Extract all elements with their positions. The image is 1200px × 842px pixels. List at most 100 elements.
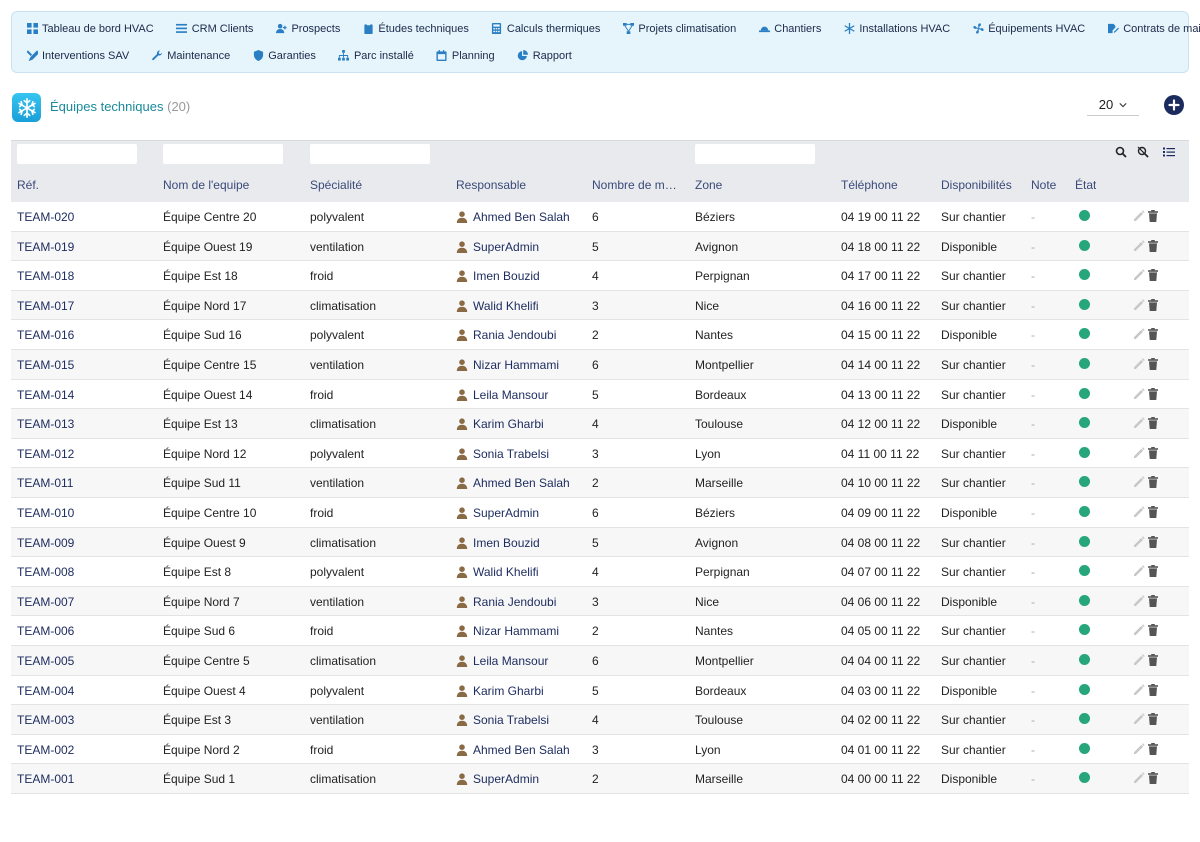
cell-ref[interactable]: TEAM-020	[17, 210, 74, 224]
table-row[interactable]: TEAM-010 Équipe Centre 10 froid SuperAdmin 6…	[11, 497, 1189, 528]
table-row[interactable]: TEAM-003 Équipe Est 3 ventilation Sonia Tra…	[11, 705, 1189, 735]
cell-resp[interactable]: Sonia Trabelsi	[456, 713, 549, 727]
delete-trash-icon[interactable]	[1147, 683, 1159, 696]
nav-item-crm-clients[interactable]: CRM Clients	[176, 23, 253, 35]
cell-resp[interactable]: Rania Jendoubi	[456, 328, 556, 342]
clear-filter-icon[interactable]	[1137, 146, 1151, 160]
list-view-icon[interactable]	[1163, 146, 1177, 160]
cell-ref[interactable]: TEAM-017	[17, 299, 74, 313]
edit-pencil-icon[interactable]	[1133, 624, 1145, 636]
nav-item-planning[interactable]: Planning	[436, 50, 495, 62]
cell-ref[interactable]: TEAM-006	[17, 624, 74, 638]
cell-resp[interactable]: Imen Bouzid	[456, 536, 540, 550]
nav-item-interventions-sav[interactable]: Interventions SAV	[26, 50, 129, 62]
delete-trash-icon[interactable]	[1147, 624, 1159, 637]
cell-resp[interactable]: Ahmed Ben Salah	[456, 210, 570, 224]
cell-resp[interactable]: Sonia Trabelsi	[456, 447, 549, 461]
table-row[interactable]: TEAM-019 Équipe Ouest 19 ventilation SuperA…	[11, 231, 1189, 262]
filter-ref-input[interactable]	[17, 144, 137, 164]
filter-zone-input[interactable]	[695, 144, 815, 164]
cell-resp[interactable]: Nizar Hammami	[456, 358, 559, 372]
edit-pencil-icon[interactable]	[1133, 506, 1145, 518]
cell-ref[interactable]: TEAM-005	[17, 654, 74, 668]
nav-item-garanties[interactable]: Garanties	[252, 50, 316, 62]
delete-trash-icon[interactable]	[1147, 298, 1159, 311]
column-header-5[interactable]: Zone	[695, 178, 722, 192]
delete-trash-icon[interactable]	[1147, 446, 1159, 459]
cell-ref[interactable]: TEAM-015	[17, 358, 74, 372]
search-icon[interactable]	[1115, 146, 1129, 160]
edit-pencil-icon[interactable]	[1133, 239, 1145, 252]
cell-ref[interactable]: TEAM-004	[17, 684, 74, 698]
edit-pencil-icon[interactable]	[1133, 713, 1145, 725]
table-row[interactable]: TEAM-017 Équipe Nord 17 climatisation Walid…	[11, 290, 1189, 321]
edit-pencil-icon[interactable]	[1133, 683, 1145, 696]
edit-pencil-icon[interactable]	[1133, 742, 1145, 755]
table-row[interactable]: TEAM-016 Équipe Sud 16 polyvalent Rania Jen…	[11, 320, 1189, 350]
column-header-3[interactable]: Responsable	[456, 178, 526, 192]
column-header-1[interactable]: Nom de l'equipe	[163, 178, 249, 192]
cell-ref[interactable]: TEAM-001	[17, 772, 74, 786]
edit-pencil-icon[interactable]	[1133, 358, 1145, 370]
delete-trash-icon[interactable]	[1147, 387, 1159, 400]
cell-ref[interactable]: TEAM-010	[17, 506, 74, 520]
edit-pencil-icon[interactable]	[1133, 772, 1145, 784]
delete-trash-icon[interactable]	[1147, 653, 1159, 666]
edit-pencil-icon[interactable]	[1133, 535, 1145, 548]
nav-item-equipements-hvac[interactable]: Équipements HVAC	[972, 23, 1085, 35]
column-header-0[interactable]: Réf.	[17, 178, 39, 192]
cell-ref[interactable]: TEAM-018	[17, 269, 74, 283]
delete-trash-icon[interactable]	[1147, 357, 1159, 370]
edit-pencil-icon[interactable]	[1133, 269, 1145, 281]
nav-item-projets-climatisation[interactable]: Projets climatisation	[622, 23, 736, 35]
delete-trash-icon[interactable]	[1147, 772, 1159, 785]
nav-item-chantiers[interactable]: Chantiers	[758, 23, 821, 35]
delete-trash-icon[interactable]	[1147, 505, 1159, 518]
table-row[interactable]: TEAM-011 Équipe Sud 11 ventilation Ahmed Be…	[11, 468, 1189, 498]
nav-item-rapport[interactable]: Rapport	[517, 50, 572, 62]
cell-resp[interactable]: Ahmed Ben Salah	[456, 743, 570, 757]
table-row[interactable]: TEAM-008 Équipe Est 8 polyvalent Walid Khel…	[11, 557, 1189, 587]
table-row[interactable]: TEAM-013 Équipe Est 13 climatisation Karim …	[11, 409, 1189, 439]
delete-trash-icon[interactable]	[1147, 328, 1159, 341]
edit-pencil-icon[interactable]	[1133, 210, 1145, 222]
column-header-8[interactable]: Note	[1031, 178, 1056, 192]
edit-pencil-icon[interactable]	[1133, 417, 1145, 429]
cell-ref[interactable]: TEAM-007	[17, 595, 74, 609]
table-row[interactable]: TEAM-005 Équipe Centre 5 climatisation Leil…	[11, 645, 1189, 676]
cell-ref[interactable]: TEAM-003	[17, 713, 74, 727]
table-row[interactable]: TEAM-015 Équipe Centre 15 ventilation Nizar…	[11, 349, 1189, 380]
cell-ref[interactable]: TEAM-019	[17, 240, 74, 254]
cell-ref[interactable]: TEAM-013	[17, 417, 74, 431]
filter-nom-input[interactable]	[163, 144, 283, 164]
table-row[interactable]: TEAM-002 Équipe Nord 2 froid Ahmed Ben Sala…	[11, 734, 1189, 765]
nav-item-installations-hvac[interactable]: Installations HVAC	[843, 23, 950, 35]
cell-resp[interactable]: Ahmed Ben Salah	[456, 476, 570, 490]
column-header-4[interactable]: Nombre de m…	[592, 178, 677, 192]
table-row[interactable]: TEAM-018 Équipe Est 18 froid Imen Bouzid 4 Pe…	[11, 261, 1189, 291]
cell-ref[interactable]: TEAM-016	[17, 328, 74, 342]
edit-pencil-icon[interactable]	[1133, 387, 1145, 400]
cell-resp[interactable]: Leila Mansour	[456, 654, 548, 668]
delete-trash-icon[interactable]	[1147, 742, 1159, 755]
table-row[interactable]: TEAM-014 Équipe Ouest 14 froid Leila Mansou…	[11, 379, 1189, 410]
cell-resp[interactable]: Rania Jendoubi	[456, 595, 556, 609]
cell-resp[interactable]: Karim Gharbi	[456, 684, 544, 698]
cell-ref[interactable]: TEAM-011	[17, 476, 73, 490]
nav-item-calculs-thermiques[interactable]: Calculs thermiques	[491, 23, 600, 35]
cell-resp[interactable]: SuperAdmin	[456, 772, 539, 786]
delete-trash-icon[interactable]	[1147, 535, 1159, 548]
nav-item-prospects[interactable]: Prospects	[275, 23, 340, 35]
edit-pencil-icon[interactable]	[1133, 476, 1145, 488]
table-row[interactable]: TEAM-020 Équipe Centre 20 polyvalent Ahmed …	[11, 202, 1189, 232]
column-header-9[interactable]: État	[1075, 178, 1096, 192]
cell-resp[interactable]: Walid Khelifi	[456, 565, 539, 579]
table-row[interactable]: TEAM-004 Équipe Ouest 4 polyvalent Karim Gh…	[11, 675, 1189, 706]
cell-ref[interactable]: TEAM-012	[17, 447, 74, 461]
add-team-button[interactable]	[1164, 95, 1184, 115]
delete-trash-icon[interactable]	[1147, 565, 1159, 578]
column-header-7[interactable]: Disponibilités	[941, 178, 1012, 192]
column-header-2[interactable]: Spécialité	[310, 178, 362, 192]
table-row[interactable]: TEAM-006 Équipe Sud 6 froid Nizar Hammami 2 N…	[11, 616, 1189, 646]
cell-resp[interactable]: Walid Khelifi	[456, 299, 539, 313]
